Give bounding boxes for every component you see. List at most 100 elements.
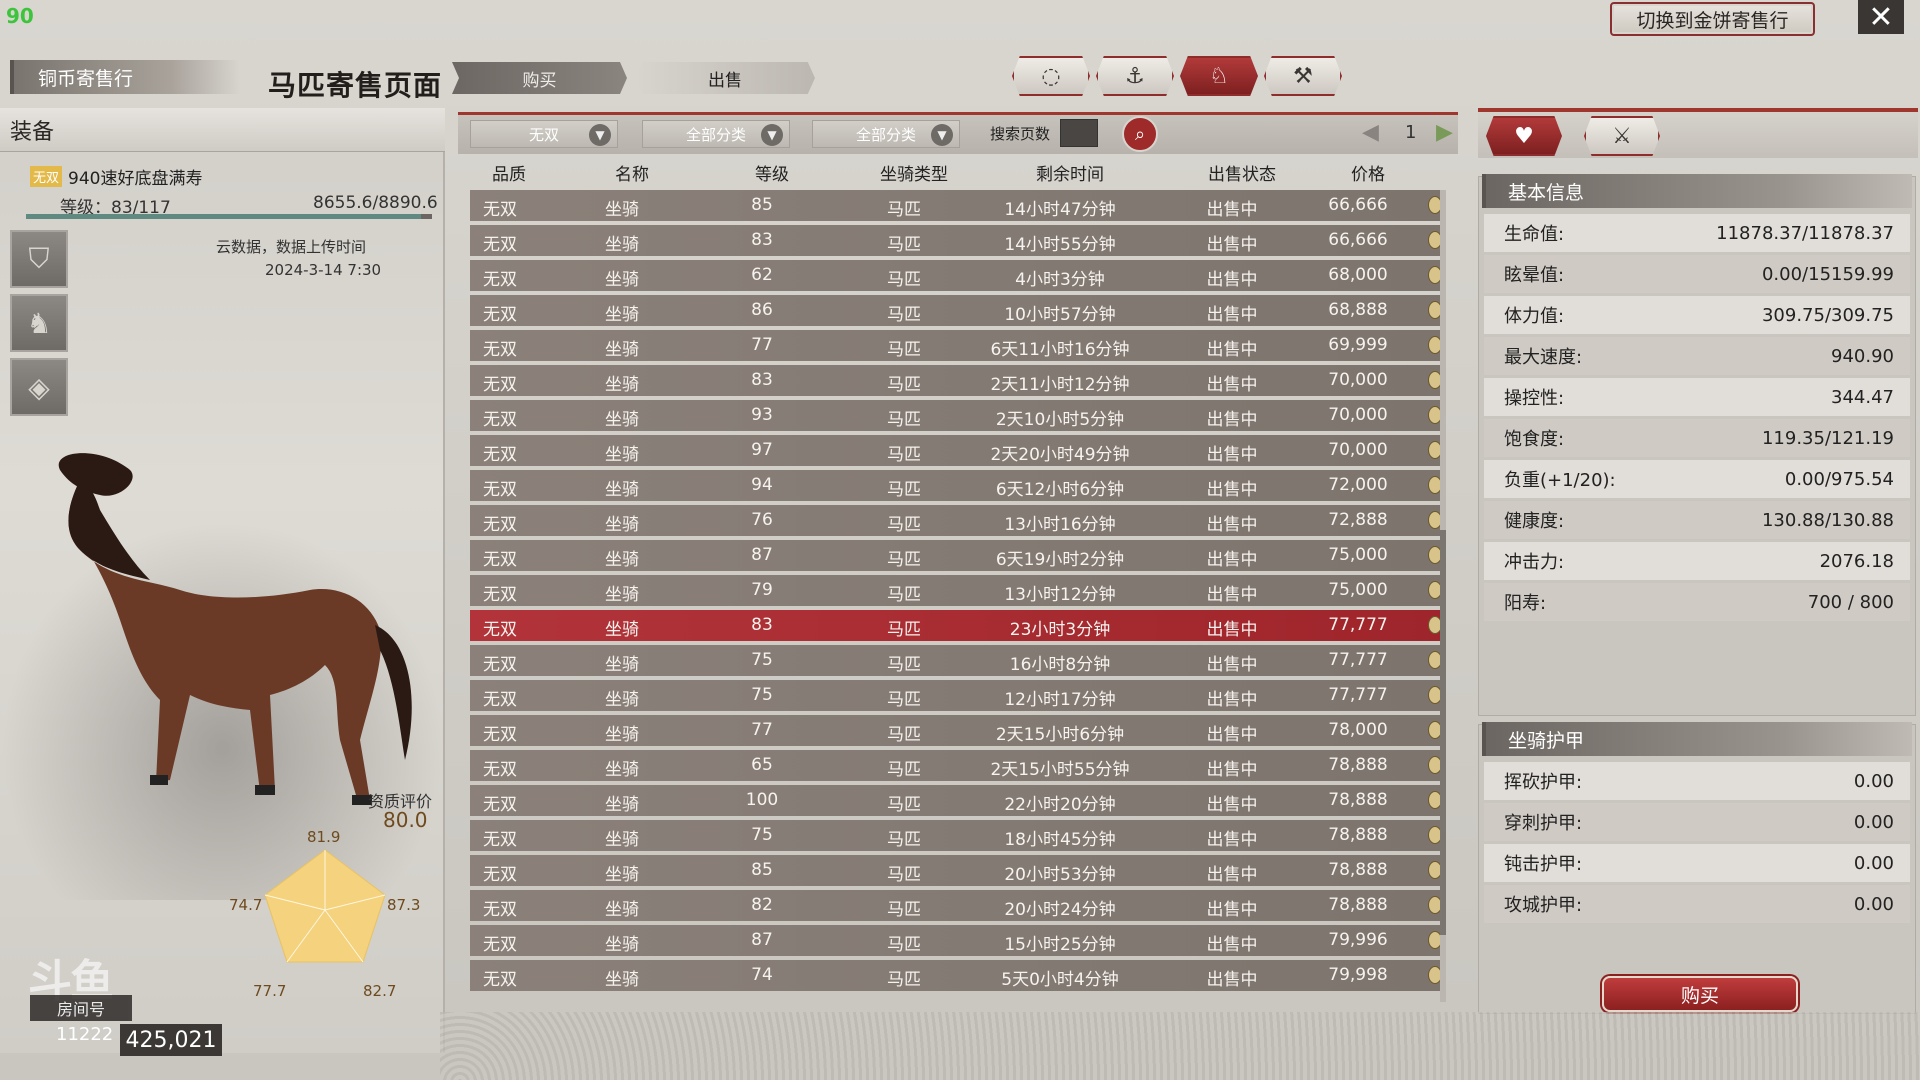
table-row[interactable]: 无双 坐骑 77 马匹 2天15小时6分钟 出售中 78,000 xyxy=(470,715,1440,746)
saddle-slot-icon[interactable]: ⛉ xyxy=(10,230,68,288)
cell-name: 坐骑 xyxy=(605,585,639,605)
cell-status: 出售中 xyxy=(1206,410,1258,430)
cell-status: 出售中 xyxy=(1206,935,1258,955)
armor-slot-icon[interactable]: ♞ xyxy=(10,294,68,352)
table-row[interactable]: 无双 坐骑 83 马匹 14小时55分钟 出售中 66,666 xyxy=(470,225,1440,256)
cell-level: 77 xyxy=(751,335,773,355)
table-row[interactable]: 无双 坐骑 75 马匹 18小时45分钟 出售中 78,888 xyxy=(470,820,1440,851)
cell-status: 出售中 xyxy=(1206,305,1258,325)
table-row[interactable]: 无双 坐骑 77 马匹 6天11小时16分钟 出售中 69,999 xyxy=(470,330,1440,361)
table-row[interactable]: 无双 坐骑 83 马匹 2天11小时12分钟 出售中 70,000 xyxy=(470,365,1440,396)
table-row[interactable]: 无双 坐骑 74 马匹 5天0小时4分钟 出售中 79,998 xyxy=(470,960,1440,991)
table-row[interactable]: 无双 坐骑 93 马匹 2天10小时5分钟 出售中 70,000 xyxy=(470,400,1440,431)
stat-value: 2076.18 xyxy=(1819,550,1894,572)
stat-row: 眩晕值: 0.00/15159.99 xyxy=(1484,255,1910,293)
quality-dropdown[interactable]: 无双 ▼ xyxy=(470,120,618,148)
stat-label: 钝击护甲: xyxy=(1504,854,1583,875)
armor-title: 坐骑护甲 xyxy=(1482,722,1912,756)
table-row[interactable]: 无双 坐骑 85 马匹 14小时47分钟 出售中 66,666 xyxy=(470,190,1440,221)
cell-level: 87 xyxy=(751,545,773,565)
cell-time: 2天15小时6分钟 xyxy=(995,725,1125,745)
cell-name: 坐骑 xyxy=(605,445,639,465)
cell-quality: 无双 xyxy=(483,865,517,885)
hammer-icon[interactable]: ⚒ xyxy=(1264,56,1342,96)
cell-type: 马匹 xyxy=(887,900,921,920)
horse-head-icon[interactable]: ♘ xyxy=(1180,56,1258,96)
buy-tab-label: 购买 xyxy=(522,70,557,91)
cell-status: 出售中 xyxy=(1206,760,1258,780)
horse-illustration xyxy=(58,453,412,805)
table-row[interactable]: 无双 坐骑 87 马匹 15小时25分钟 出售中 79,996 xyxy=(470,925,1440,956)
table-row[interactable]: 无双 坐骑 86 马匹 10小时57分钟 出售中 68,888 xyxy=(470,295,1440,326)
cell-type: 马匹 xyxy=(887,585,921,605)
coin-icon xyxy=(1428,476,1440,494)
stat-label: 体力值: xyxy=(1504,306,1565,327)
category-dropdown-1[interactable]: 全部分类 ▼ xyxy=(642,120,790,148)
saddle-icon[interactable]: ◌ xyxy=(1012,56,1090,96)
table-row[interactable]: 无双 坐骑 75 马匹 12小时17分钟 出售中 77,777 xyxy=(470,680,1440,711)
stat-value: 0.00 xyxy=(1853,893,1894,915)
switch-to-gold-market-button[interactable]: 切换到金饼寄售行 xyxy=(1610,2,1815,36)
prev-page-icon[interactable]: ◀ xyxy=(1362,120,1379,145)
cell-name: 坐骑 xyxy=(605,550,639,570)
table-row[interactable]: 无双 坐骑 83 马匹 23小时3分钟 出售中 77,777 xyxy=(470,610,1440,641)
table-row[interactable]: 无双 坐骑 94 马匹 6天12小时6分钟 出售中 72,000 xyxy=(470,470,1440,501)
table-row[interactable]: 无双 坐骑 100 马匹 22小时20分钟 出售中 78,888 xyxy=(470,785,1440,816)
cell-type: 马匹 xyxy=(887,760,921,780)
stirrup-icon[interactable]: ⚓ xyxy=(1096,56,1174,96)
cell-type: 马匹 xyxy=(887,410,921,430)
buy-tab[interactable]: 购买 xyxy=(452,62,627,94)
table-row[interactable]: 无双 坐骑 62 马匹 4小时3分钟 出售中 68,000 xyxy=(470,260,1440,291)
table-row[interactable]: 无双 坐骑 97 马匹 2天20小时49分钟 出售中 70,000 xyxy=(470,435,1440,466)
cell-quality: 无双 xyxy=(483,900,517,920)
cell-type: 马匹 xyxy=(887,690,921,710)
table-header: 品质 名称 等级 坐骑类型 剩余时间 出售状态 价格 xyxy=(465,158,1450,185)
cell-time: 18小时45分钟 xyxy=(1004,830,1116,850)
stat-row: 钝击护甲: 0.00 xyxy=(1484,844,1910,882)
cell-price: 75,000 xyxy=(1328,580,1388,600)
cell-quality: 无双 xyxy=(483,445,517,465)
horse-armor-icon[interactable]: ⚔ xyxy=(1584,116,1660,156)
cell-time: 16小时8分钟 xyxy=(1009,655,1111,675)
cell-time: 6天19小时2分钟 xyxy=(995,550,1125,570)
cell-level: 75 xyxy=(751,825,773,845)
sell-tab[interactable]: 出售 xyxy=(635,62,815,94)
table-row[interactable]: 无双 坐骑 85 马匹 20小时53分钟 出售中 78,888 xyxy=(470,855,1440,886)
cell-price: 77,777 xyxy=(1328,615,1388,635)
table-row[interactable]: 无双 坐骑 79 马匹 13小时12分钟 出售中 75,000 xyxy=(470,575,1440,606)
cell-type: 马匹 xyxy=(887,235,921,255)
cell-status: 出售中 xyxy=(1206,445,1258,465)
coin-icon xyxy=(1428,966,1440,984)
table-row[interactable]: 无双 坐骑 75 马匹 16小时8分钟 出售中 77,777 xyxy=(470,645,1440,676)
close-button[interactable]: ✕ xyxy=(1858,0,1904,35)
table-row[interactable]: 无双 坐骑 76 马匹 13小时16分钟 出售中 72,888 xyxy=(470,505,1440,536)
stat-value: 0.00 xyxy=(1853,811,1894,833)
scrollbar-thumb[interactable] xyxy=(1440,530,1446,935)
search-page-input[interactable] xyxy=(1060,119,1098,147)
radar-top-value: 81.9 xyxy=(307,828,341,846)
table-row[interactable]: 无双 坐骑 82 马匹 20小时24分钟 出售中 78,888 xyxy=(470,890,1440,921)
cell-time: 13小时12分钟 xyxy=(1004,585,1116,605)
buy-button[interactable]: 购买 xyxy=(1602,976,1798,1012)
category-dropdown-2[interactable]: 全部分类 ▼ xyxy=(812,120,960,148)
stat-row: 穿刺护甲: 0.00 xyxy=(1484,803,1910,841)
cell-status: 出售中 xyxy=(1206,515,1258,535)
horseshoe-slot-icon[interactable]: ◈ xyxy=(10,358,68,416)
search-icon[interactable]: ⌕ xyxy=(1122,116,1158,152)
col-level: 等级 xyxy=(755,165,789,185)
cell-quality: 无双 xyxy=(483,690,517,710)
heart-icon[interactable]: ♥ xyxy=(1486,116,1562,156)
table-row[interactable]: 无双 坐骑 87 马匹 6天19小时2分钟 出售中 75,000 xyxy=(470,540,1440,571)
cell-name: 坐骑 xyxy=(605,795,639,815)
chevron-down-icon: ▼ xyxy=(761,124,783,146)
cell-level: 82 xyxy=(751,895,773,915)
exp-bar-fill xyxy=(26,214,422,219)
table-row[interactable]: 无双 坐骑 65 马匹 2天15小时55分钟 出售中 78,888 xyxy=(470,750,1440,781)
cell-name: 坐骑 xyxy=(605,620,639,640)
next-page-icon[interactable]: ▶ xyxy=(1436,120,1453,145)
cell-type: 马匹 xyxy=(887,725,921,745)
copper-market-tab[interactable]: 铜币寄售行 xyxy=(10,60,240,94)
cell-quality: 无双 xyxy=(483,655,517,675)
basic-info-title: 基本信息 xyxy=(1482,174,1912,208)
coin-icon xyxy=(1428,616,1440,634)
